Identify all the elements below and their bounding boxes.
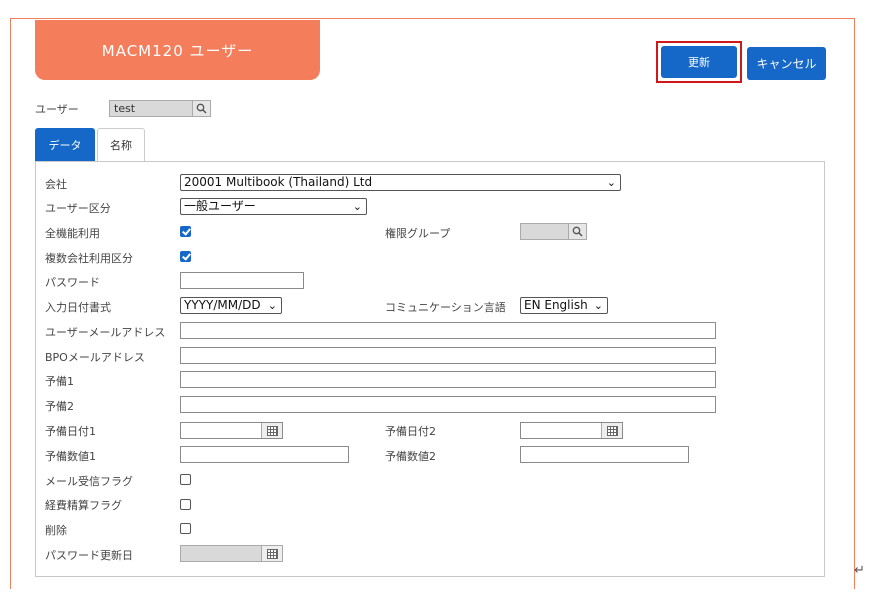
comm-language-value: EN English [524, 298, 588, 312]
calendar-icon[interactable] [601, 423, 622, 438]
expense-flag-label: 経費精算フラグ [45, 499, 122, 512]
search-icon[interactable] [568, 224, 586, 239]
calendar-icon [261, 546, 282, 561]
spare-num2-field[interactable] [520, 446, 689, 463]
user-type-select[interactable]: 一般ユーザー ⌄ [180, 198, 367, 215]
multi-company-label: 複数会社利用区分 [45, 252, 133, 265]
date-format-select[interactable]: YYYY/MM/DD ⌄ [180, 297, 282, 314]
spare-num1-label: 予備数値1 [45, 450, 96, 463]
user-email-field[interactable] [180, 322, 716, 339]
comm-language-label: コミュニケーション言語 [385, 301, 506, 314]
delete-label: 削除 [45, 524, 67, 537]
expense-flag-checkbox[interactable] [180, 499, 191, 510]
all-functions-checkbox[interactable] [180, 226, 191, 237]
delete-checkbox[interactable] [180, 523, 191, 534]
spare-date1-label: 予備日付1 [45, 425, 96, 438]
permission-group-field[interactable] [520, 223, 587, 240]
password-updated-field [180, 545, 283, 562]
tab-name[interactable]: 名称 [97, 128, 145, 161]
company-label: 会社 [45, 178, 67, 191]
user-type-value: 一般ユーザー [184, 199, 256, 213]
password-label: パスワード [45, 276, 100, 289]
update-button[interactable]: 更新 [661, 46, 737, 78]
password-field[interactable] [180, 272, 304, 289]
permission-group-label: 権限グループ [385, 227, 451, 240]
search-icon[interactable] [192, 101, 210, 116]
user-label: ユーザー [35, 103, 79, 116]
chevron-down-icon: ⌄ [606, 176, 616, 189]
spare-date2-field[interactable] [520, 422, 623, 439]
return-arrow-icon: ↵ [854, 563, 865, 578]
spare-date1-field[interactable] [180, 422, 283, 439]
bpo-email-field[interactable] [180, 347, 716, 364]
date-format-value: YYYY/MM/DD [184, 298, 261, 312]
all-functions-label: 全機能利用 [45, 227, 100, 240]
spare2-field[interactable] [180, 396, 716, 413]
form-panel [35, 161, 825, 577]
date-format-label: 入力日付書式 [45, 301, 111, 314]
mail-flag-label: メール受信フラグ [45, 475, 133, 488]
multi-company-checkbox[interactable] [180, 251, 191, 262]
page-title: MACM120 ユーザー [35, 20, 320, 80]
spare-date2-label: 予備日付2 [385, 425, 436, 438]
bpo-email-label: BPOメールアドレス [45, 351, 145, 364]
chevron-down-icon: ⌄ [267, 299, 277, 312]
calendar-icon[interactable] [261, 423, 282, 438]
company-value: 20001 Multibook (Thailand) Ltd [184, 175, 373, 189]
user-email-label: ユーザーメールアドレス [45, 326, 166, 339]
tab-data[interactable]: データ [35, 128, 95, 161]
comm-language-select[interactable]: EN English ⌄ [520, 297, 608, 314]
user-type-label: ユーザー区分 [45, 202, 111, 215]
company-select[interactable]: 20001 Multibook (Thailand) Ltd ⌄ [180, 174, 621, 191]
spare2-label: 予備2 [45, 400, 74, 413]
mail-flag-checkbox[interactable] [180, 474, 191, 485]
cancel-button[interactable]: キャンセル [747, 47, 826, 80]
user-value: test [114, 102, 136, 115]
update-button-highlight: 更新 [656, 41, 742, 83]
spare-num2-label: 予備数値2 [385, 450, 436, 463]
spare1-field[interactable] [180, 371, 716, 388]
spare-num1-field[interactable] [180, 446, 349, 463]
user-search-field[interactable]: test [109, 100, 211, 117]
spare1-label: 予備1 [45, 375, 74, 388]
password-updated-label: パスワード更新日 [45, 549, 133, 562]
chevron-down-icon: ⌄ [593, 299, 603, 312]
chevron-down-icon: ⌄ [352, 200, 362, 213]
